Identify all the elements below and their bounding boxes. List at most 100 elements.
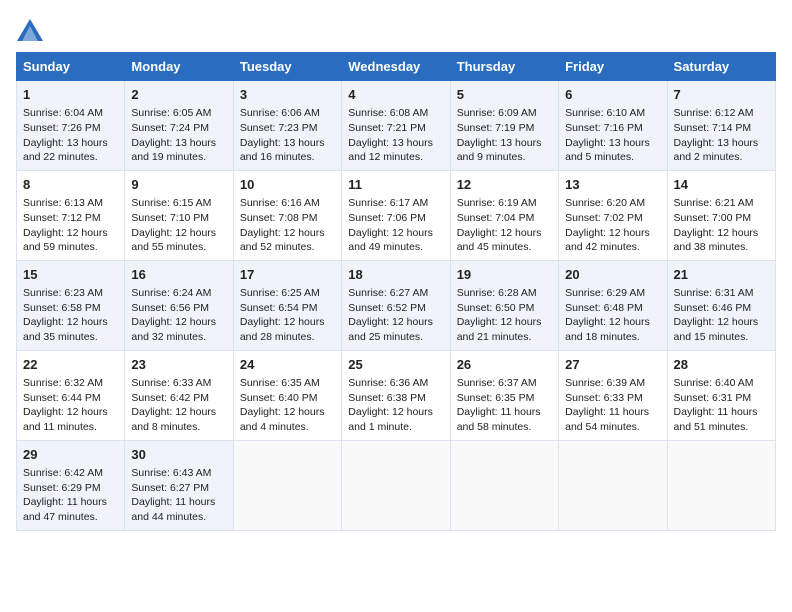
day-info: and 45 minutes. — [457, 240, 552, 255]
day-info: Daylight: 13 hours — [457, 136, 552, 151]
day-info: Sunset: 7:00 PM — [674, 211, 769, 226]
day-info: Sunset: 7:23 PM — [240, 121, 335, 136]
day-info: Sunset: 7:26 PM — [23, 121, 118, 136]
calendar-cell: 14 Sunrise: 6:21 AMSunset: 7:00 PMDayligh… — [667, 170, 775, 260]
day-info: and 49 minutes. — [348, 240, 443, 255]
day-number: 26 — [457, 356, 552, 374]
day-info: Sunrise: 6:25 AM — [240, 286, 335, 301]
day-info: Sunrise: 6:17 AM — [348, 196, 443, 211]
day-info: Daylight: 11 hours — [23, 495, 118, 510]
day-info: Sunrise: 6:15 AM — [131, 196, 226, 211]
day-number: 12 — [457, 176, 552, 194]
day-info: and 18 minutes. — [565, 330, 660, 345]
day-info: Daylight: 12 hours — [457, 226, 552, 241]
day-info: Daylight: 11 hours — [674, 405, 769, 420]
day-info: Sunrise: 6:40 AM — [674, 376, 769, 391]
column-header-sunday: Sunday — [17, 53, 125, 81]
day-info: Daylight: 12 hours — [23, 226, 118, 241]
day-info: Sunrise: 6:35 AM — [240, 376, 335, 391]
day-info: Sunset: 7:08 PM — [240, 211, 335, 226]
day-number: 1 — [23, 86, 118, 104]
day-number: 24 — [240, 356, 335, 374]
day-info: Sunrise: 6:04 AM — [23, 106, 118, 121]
day-number: 8 — [23, 176, 118, 194]
day-info: Daylight: 12 hours — [674, 226, 769, 241]
day-info: and 47 minutes. — [23, 510, 118, 525]
day-info: and 16 minutes. — [240, 150, 335, 165]
calendar-week-4: 22Sunrise: 6:32 AMSunset: 6:44 PMDayligh… — [17, 350, 776, 440]
day-number: 7 — [674, 86, 769, 104]
day-info: Sunrise: 6:37 AM — [457, 376, 552, 391]
day-info: and 12 minutes. — [348, 150, 443, 165]
calendar-cell: 22Sunrise: 6:32 AMSunset: 6:44 PMDayligh… — [17, 350, 125, 440]
day-info: Sunset: 7:10 PM — [131, 211, 226, 226]
day-info: and 44 minutes. — [131, 510, 226, 525]
day-info: Sunrise: 6:12 AM — [674, 106, 769, 121]
logo — [16, 16, 48, 44]
calendar-cell — [450, 440, 558, 530]
day-info: Sunset: 7:14 PM — [674, 121, 769, 136]
day-info: Sunrise: 6:16 AM — [240, 196, 335, 211]
day-info: Daylight: 13 hours — [131, 136, 226, 151]
day-number: 25 — [348, 356, 443, 374]
day-info: Sunset: 6:56 PM — [131, 301, 226, 316]
calendar-cell: 24Sunrise: 6:35 AMSunset: 6:40 PMDayligh… — [233, 350, 341, 440]
column-header-monday: Monday — [125, 53, 233, 81]
day-info: Sunrise: 6:24 AM — [131, 286, 226, 301]
day-number: 27 — [565, 356, 660, 374]
day-info: Daylight: 12 hours — [565, 226, 660, 241]
calendar-cell: 9Sunrise: 6:15 AMSunset: 7:10 PMDaylight… — [125, 170, 233, 260]
day-info: Sunset: 6:44 PM — [23, 391, 118, 406]
calendar-cell: 20Sunrise: 6:29 AMSunset: 6:48 PMDayligh… — [559, 260, 667, 350]
calendar-cell: 2Sunrise: 6:05 AMSunset: 7:24 PMDaylight… — [125, 81, 233, 171]
day-number: 11 — [348, 176, 443, 194]
calendar-cell — [667, 440, 775, 530]
day-info: Daylight: 12 hours — [565, 315, 660, 330]
day-info: and 51 minutes. — [674, 420, 769, 435]
day-info: Sunset: 6:40 PM — [240, 391, 335, 406]
day-info: and 22 minutes. — [23, 150, 118, 165]
day-info: Sunset: 7:04 PM — [457, 211, 552, 226]
calendar-cell: 26Sunrise: 6:37 AMSunset: 6:35 PMDayligh… — [450, 350, 558, 440]
day-info: Sunset: 6:38 PM — [348, 391, 443, 406]
day-info: Sunset: 6:58 PM — [23, 301, 118, 316]
day-info: Daylight: 13 hours — [23, 136, 118, 151]
day-info: Daylight: 12 hours — [131, 405, 226, 420]
calendar-cell: 13Sunrise: 6:20 AMSunset: 7:02 PMDayligh… — [559, 170, 667, 260]
day-info: Daylight: 12 hours — [348, 315, 443, 330]
calendar-cell: 18Sunrise: 6:27 AMSunset: 6:52 PMDayligh… — [342, 260, 450, 350]
day-info: Sunset: 6:48 PM — [565, 301, 660, 316]
column-header-saturday: Saturday — [667, 53, 775, 81]
column-header-tuesday: Tuesday — [233, 53, 341, 81]
day-info: Daylight: 12 hours — [23, 405, 118, 420]
calendar-cell: 16Sunrise: 6:24 AMSunset: 6:56 PMDayligh… — [125, 260, 233, 350]
day-number: 9 — [131, 176, 226, 194]
calendar-week-2: 8Sunrise: 6:13 AMSunset: 7:12 PMDaylight… — [17, 170, 776, 260]
calendar-cell: 21Sunrise: 6:31 AMSunset: 6:46 PMDayligh… — [667, 260, 775, 350]
calendar-cell: 4Sunrise: 6:08 AMSunset: 7:21 PMDaylight… — [342, 81, 450, 171]
day-info: and 15 minutes. — [674, 330, 769, 345]
day-number: 4 — [348, 86, 443, 104]
day-info: and 11 minutes. — [23, 420, 118, 435]
day-info: Daylight: 12 hours — [23, 315, 118, 330]
day-info: and 42 minutes. — [565, 240, 660, 255]
day-info: Sunrise: 6:23 AM — [23, 286, 118, 301]
calendar-cell: 19Sunrise: 6:28 AMSunset: 6:50 PMDayligh… — [450, 260, 558, 350]
day-info: Sunset: 6:42 PM — [131, 391, 226, 406]
day-info: Sunrise: 6:39 AM — [565, 376, 660, 391]
day-info: Sunrise: 6:06 AM — [240, 106, 335, 121]
day-info: Daylight: 13 hours — [240, 136, 335, 151]
calendar-cell: 6Sunrise: 6:10 AMSunset: 7:16 PMDaylight… — [559, 81, 667, 171]
calendar-cell: 25Sunrise: 6:36 AMSunset: 6:38 PMDayligh… — [342, 350, 450, 440]
day-info: Sunrise: 6:42 AM — [23, 466, 118, 481]
calendar-cell: 27Sunrise: 6:39 AMSunset: 6:33 PMDayligh… — [559, 350, 667, 440]
day-info: Sunrise: 6:19 AM — [457, 196, 552, 211]
day-info: Sunrise: 6:28 AM — [457, 286, 552, 301]
day-info: Sunrise: 6:29 AM — [565, 286, 660, 301]
day-number: 6 — [565, 86, 660, 104]
calendar-cell: 7Sunrise: 6:12 AMSunset: 7:14 PMDaylight… — [667, 81, 775, 171]
day-info: Sunrise: 6:21 AM — [674, 196, 769, 211]
day-number: 14 — [674, 176, 769, 194]
day-number: 2 — [131, 86, 226, 104]
column-header-friday: Friday — [559, 53, 667, 81]
